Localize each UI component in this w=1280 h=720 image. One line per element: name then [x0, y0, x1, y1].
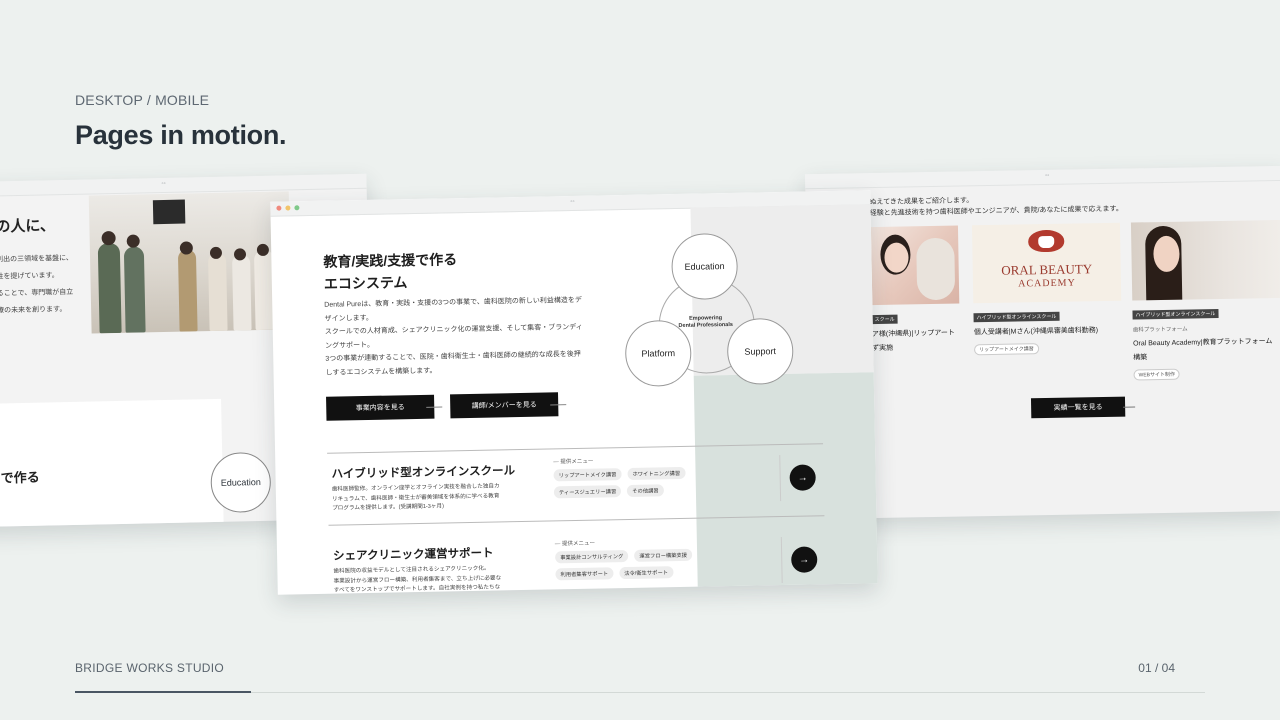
browser-chrome: ◦◦	[805, 165, 1280, 190]
menu-chips: 事業設計コンサルティング 運営フロー構築支援 利用者集客サポート 法令/衛生サポ…	[555, 548, 726, 581]
left-page-text: 創出の三領域を基盤に、 性を提げています。 ることで、専門職が自立 療の未来を創…	[0, 250, 74, 320]
platform-node: Platform	[624, 319, 692, 388]
page-body: 教育/実践/支援で作る エコシステム Dental Pureは、教育・実践・支援…	[271, 204, 878, 595]
service-title: ハイブリッド型オンラインスクール	[331, 465, 516, 481]
left-text-line: 療の未来を創ります。	[0, 306, 67, 315]
result-tag: ハイブリッド型オンラインスクール	[1132, 309, 1219, 320]
left-text-line: 創出の三領域を基盤に、	[0, 254, 73, 264]
menu-chips: リップアートメイク講習 ホワイトニング講習 ティースジュエリー講習 その他講習	[553, 466, 724, 499]
ecosystem-title: 教育/実践/支援で作る エコシステム	[323, 248, 458, 295]
service-title: シェアクリニック運営サポート	[332, 547, 494, 563]
result-name: ア様(沖縄県)|リップアート	[871, 329, 955, 339]
support-node: Support	[726, 317, 794, 386]
arrow-right-icon[interactable]: →	[789, 464, 816, 491]
service-description: 歯科医院の収益モデルとして注目されるシェアクリニック化。 事業設計から運営フロー…	[333, 564, 534, 595]
service-description: 歯科医師監修。オンライン座学とオフライン実技を融合した独自カ リキュラムで、歯科…	[332, 482, 533, 514]
result-chip: リップアートメイク講習	[974, 343, 1039, 356]
menu-chip[interactable]: その他講習	[627, 484, 664, 497]
footer-brand: BRIDGE WORKS STUDIO	[75, 661, 225, 675]
person-head	[126, 234, 140, 248]
menu-chip[interactable]: ホワイトニング講習	[627, 466, 686, 480]
row-divider	[780, 537, 783, 584]
progress-fill	[75, 691, 252, 693]
result-name: 個人受講者|Mさん(沖縄県審美歯科勤務)	[973, 327, 1099, 337]
url-mark: ◦◦	[570, 198, 575, 206]
person-figure	[207, 252, 228, 332]
section-eyebrow: DESKTOP / MOBILE	[75, 92, 210, 108]
left-content-card	[0, 398, 224, 528]
progress-track	[75, 691, 1205, 693]
menu-chip[interactable]: 運営フロー構築支援	[634, 548, 693, 562]
close-dot-icon[interactable]	[276, 205, 282, 211]
view-results-button[interactable]: 実績一覧を見る	[1030, 396, 1126, 419]
team-photo	[88, 191, 292, 334]
result-card[interactable]: ハイブリッド型オンラインスクール 歯科プラットフォーム Oral Beauty …	[1130, 219, 1280, 382]
tv-screen	[152, 199, 186, 225]
result-tag: スクール	[871, 314, 898, 325]
title-line: エコシステム	[323, 274, 408, 292]
logo-text: ACADEMY	[1018, 277, 1076, 290]
result-tag: ハイブリッド型オンラインスクール	[973, 311, 1060, 323]
minimize-dot-icon[interactable]	[285, 205, 291, 211]
ecosystem-diagram: Empowering Dental Professionals Educatio…	[621, 232, 804, 395]
row-divider	[779, 455, 782, 502]
menu-chip[interactable]: 利用者集客サポート	[555, 567, 614, 581]
result-name: 構築	[1133, 354, 1148, 362]
title-line: 教育/実践/支援で作る	[323, 251, 458, 270]
menu-chip[interactable]: ティースジュエリー講習	[553, 485, 622, 499]
result-card[interactable]: ORAL BEAUTY ACADEMY ハイブリッド型オンラインスクール 個人受…	[971, 222, 1124, 357]
menu-chip[interactable]: リップアートメイク講習	[553, 468, 622, 482]
result-name: ず実施	[872, 344, 894, 353]
result-chip: WEBサイト制作	[1133, 368, 1181, 381]
result-image: ORAL BEAUTY ACADEMY	[971, 222, 1122, 304]
result-image	[1130, 219, 1280, 301]
person-figure	[97, 242, 122, 334]
view-services-button[interactable]: 事業内容を見る	[326, 394, 435, 421]
person-figure	[177, 249, 198, 332]
page-counter: 01 / 04	[1138, 661, 1175, 675]
menu-label: — 提供メニュー	[554, 540, 595, 548]
education-circle: Education	[210, 451, 272, 514]
ecosystem-lead: Dental Pureは、教育・実践・支援の3つの事業で、歯科医院の新しい利益構…	[324, 293, 616, 380]
section-title: Pages in motion.	[75, 120, 287, 150]
left-text-line: ることで、専門職が自立	[0, 288, 74, 298]
left-text-line: 性を提げています。	[0, 272, 59, 281]
result-image	[869, 225, 960, 306]
url-mark: ◦◦	[1045, 172, 1050, 180]
view-members-button[interactable]: 講師/メンバーを見る	[450, 392, 559, 419]
tooth-shape	[1038, 235, 1055, 249]
result-name: Oral Beauty Academy|教育プラットフォーム	[1132, 338, 1273, 348]
browser-window-right: ◦◦ ぬえてきた成果をご紹介します。 経験と先進技術を持つ歯科医師やエンジニアが…	[805, 165, 1280, 520]
maximize-dot-icon[interactable]	[294, 205, 300, 211]
result-card[interactable]: スクール ア様(沖縄県)|リップアート ず実施	[869, 225, 967, 354]
left-page-title: の人に、	[0, 217, 56, 236]
left-card-title: で作る	[0, 469, 40, 486]
window-controls	[276, 205, 300, 211]
menu-chip[interactable]: 事業設計コンサルティング	[555, 549, 629, 564]
person-figure	[232, 254, 252, 331]
arrow-right-icon[interactable]: →	[791, 546, 818, 573]
service-row[interactable]: ハイブリッド型オンラインスクール 歯科医師監修。オンライン座学とオフライン実技を…	[327, 443, 825, 524]
result-subtitle: 歯科プラットフォーム	[1132, 326, 1188, 334]
person-figure	[123, 246, 146, 333]
browser-window-center: ◦◦ 教育/実践/支援で作る エコシステム Dental Pureは、教育・実践…	[270, 190, 878, 595]
menu-label: — 提供メニュー	[553, 458, 594, 466]
practitioner-shape	[916, 237, 956, 301]
service-row[interactable]: シェアクリニック運営サポート 歯科医院の収益モデルとして注目されるシェアクリニッ…	[328, 515, 826, 595]
url-mark: ◦◦	[161, 180, 166, 188]
menu-chip[interactable]: 法令/衛生サポート	[619, 566, 674, 580]
results-intro: ぬえてきた成果をご紹介します。 経験と先進技術を持つ歯科医師やエンジニアが、貴院…	[869, 193, 1122, 219]
